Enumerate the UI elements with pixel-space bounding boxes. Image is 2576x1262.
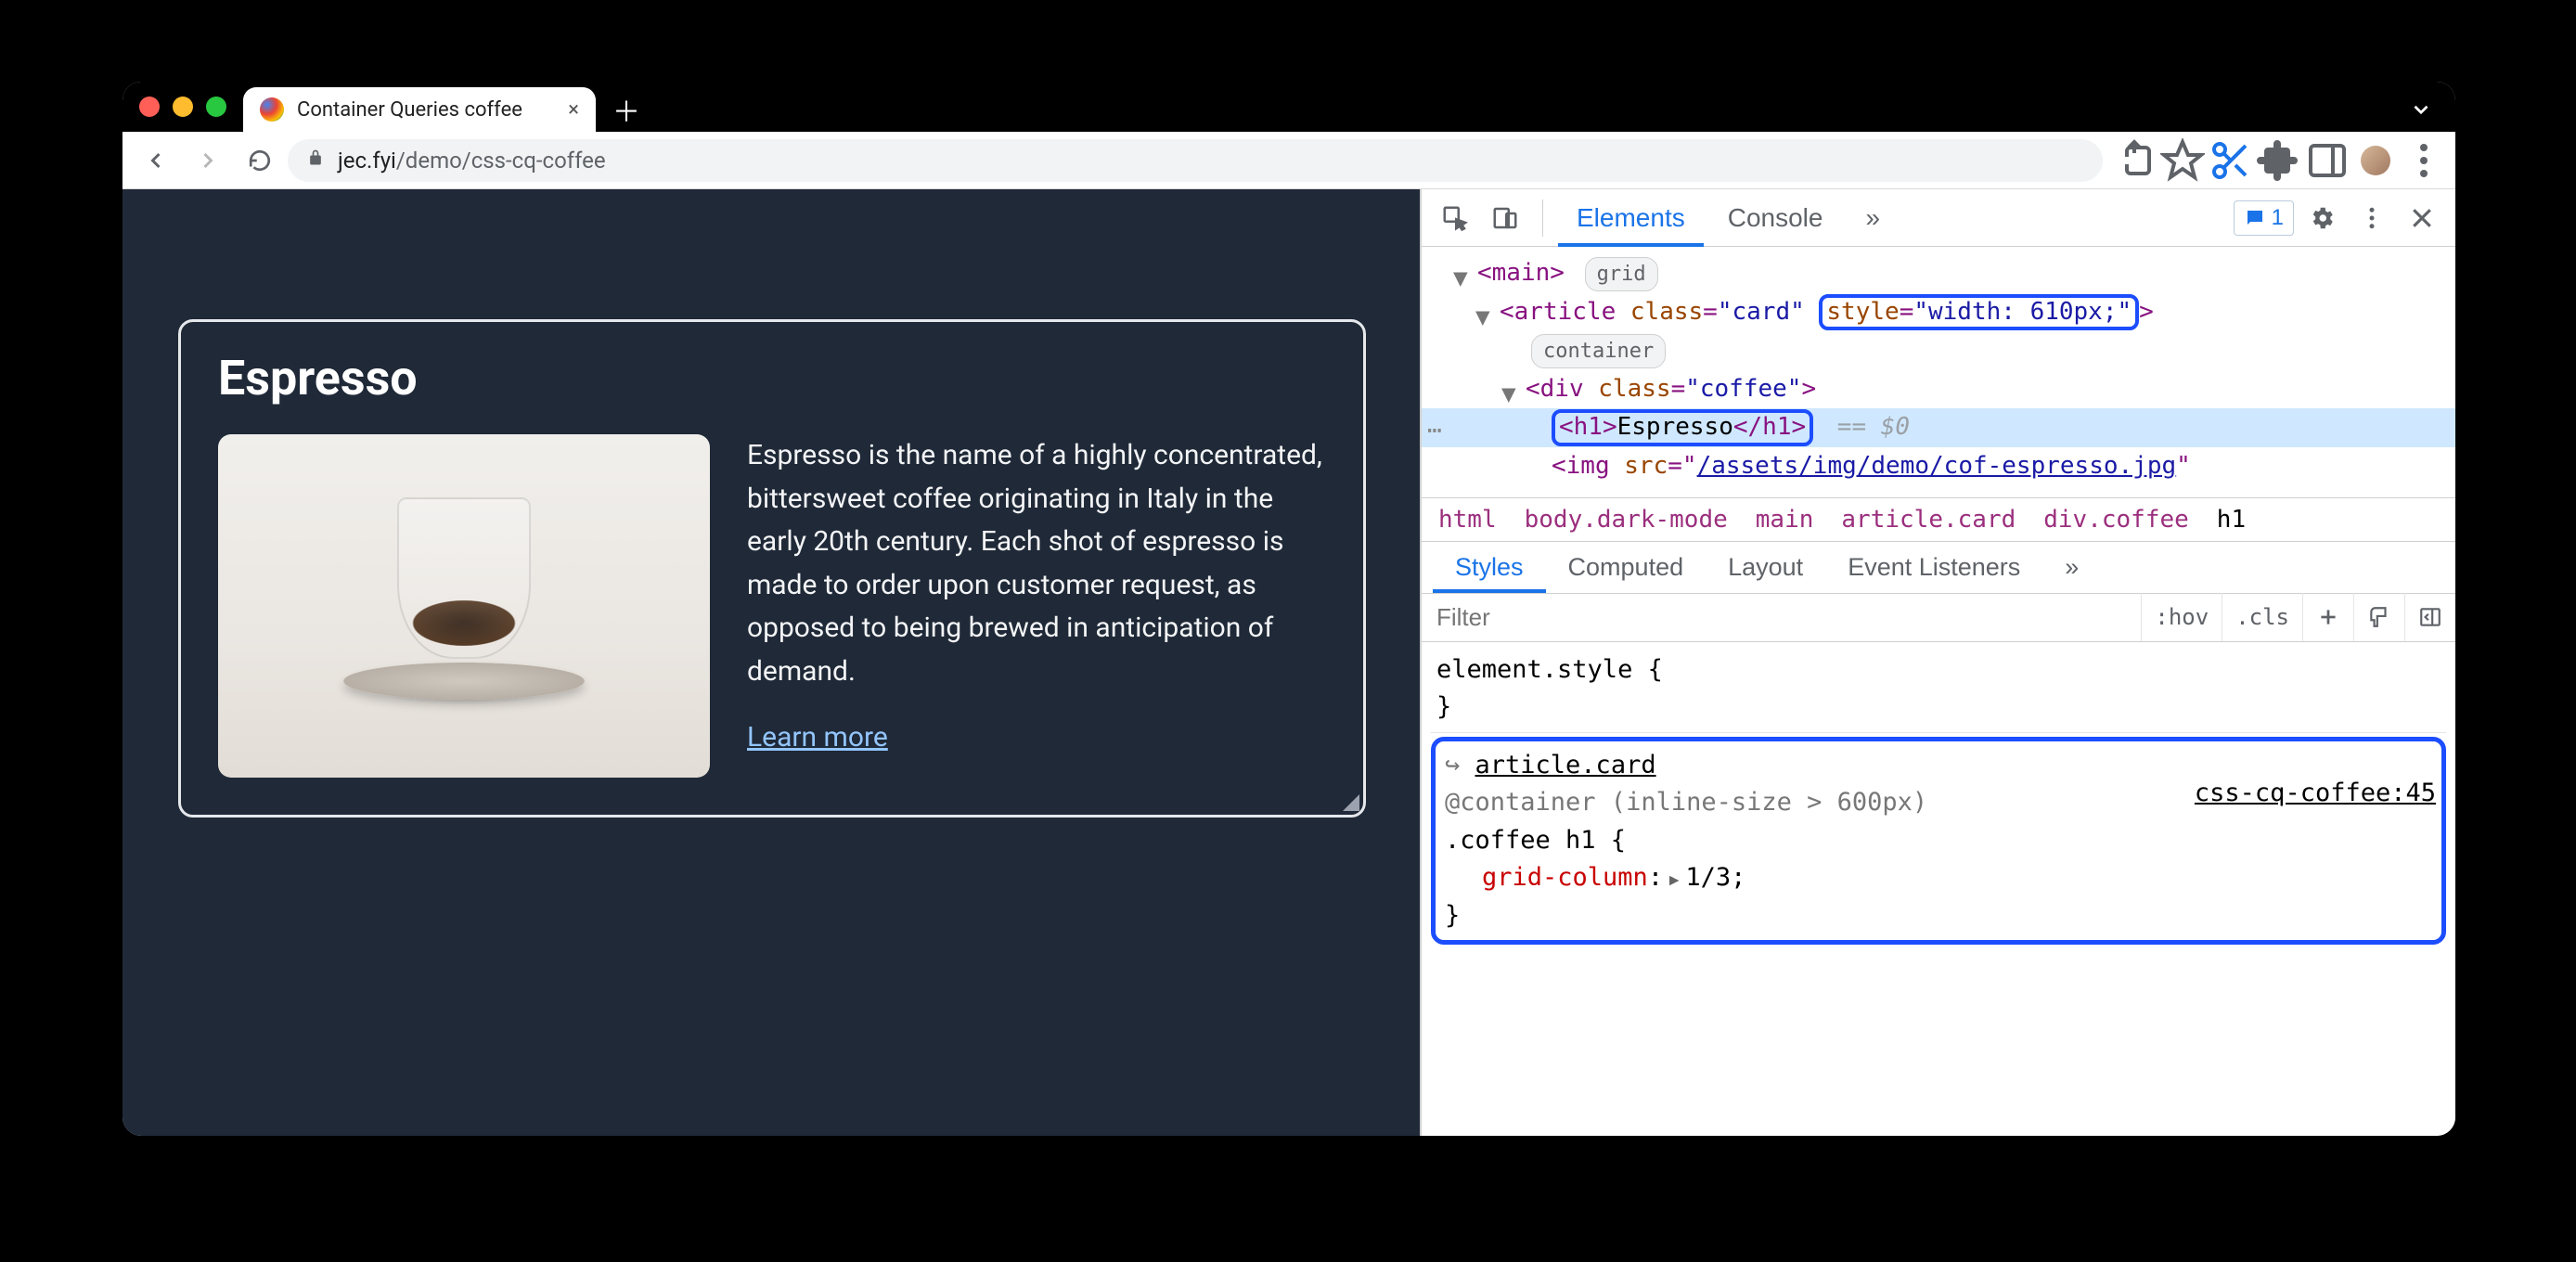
source-link[interactable]: css-cq-coffee:45 [2195,775,2436,813]
selected-node-marker: == $0 [1837,413,1910,441]
dom-tree[interactable]: ▼ <main> grid ▼ <article class="card" st… [1422,247,2455,497]
crumb-article[interactable]: article.card [1841,506,2016,534]
card-text: Espresso is the name of a highly concent… [747,434,1326,753]
toolbar-separator [1542,200,1543,237]
crumb-h1[interactable]: h1 [2217,506,2246,534]
scissors-icon[interactable] [2209,138,2253,183]
bookmark-button[interactable] [2160,138,2205,183]
tab-strip: Container Queries coffee × ＋ [122,82,2455,132]
crumb-body[interactable]: body.dark-mode [1525,506,1728,534]
dom-badge-row: container [1422,331,2455,370]
tab-more[interactable]: » [1847,189,1899,247]
learn-more-link[interactable]: Learn more [747,721,1326,753]
dom-node-img[interactable]: <img src="/assets/img/demo/cof-espresso.… [1422,447,2455,486]
issues-count: 1 [2272,205,2284,231]
forward-button[interactable] [184,136,232,185]
back-button[interactable] [132,136,180,185]
subtab-more[interactable]: » [2042,541,2101,593]
subtab-event-listeners[interactable]: Event Listeners [1825,541,2042,593]
crumb-div[interactable]: div.coffee [2043,506,2189,534]
rule-container-query[interactable]: ↪ article.card @container (inline-size >… [1431,737,2446,946]
tabstrip-menu-button[interactable] [2387,87,2455,132]
url-text: jec.fyi/demo/css-cq-coffee [338,148,606,174]
container-badge[interactable]: container [1531,334,1666,368]
address-bar: jec.fyi/demo/css-cq-coffee [122,132,2455,189]
subtab-layout[interactable]: Layout [1706,541,1825,593]
dom-node-div[interactable]: ▼ <div class="coffee"> [1422,370,2455,409]
content-row: Espresso Espresso is the name of a highl… [122,189,2455,1136]
new-tab-button[interactable]: ＋ [596,87,657,132]
devtools-menu-button[interactable] [2350,196,2394,240]
coffee-card: Espresso Espresso is the name of a highl… [178,319,1366,818]
paint-flash-button[interactable] [2353,593,2404,641]
container-link[interactable]: article.card [1475,751,1656,779]
tab-console[interactable]: Console [1709,189,1842,247]
dom-node-h1[interactable]: ⋯ <h1>Espresso</h1> == $0 [1422,408,2455,447]
coffee-image [218,434,710,778]
crumb-html[interactable]: html [1438,506,1497,534]
grid-badge[interactable]: grid [1585,257,1658,291]
inspect-button[interactable] [1433,196,1477,240]
share-button[interactable] [2112,138,2157,183]
tab-title: Container Queries coffee [297,98,555,122]
dom-node-article[interactable]: ▼ <article class="card" style="width: 61… [1422,293,2455,332]
close-tab-button[interactable]: × [568,98,579,122]
issues-badge[interactable]: 1 [2234,200,2294,236]
browser-tab[interactable]: Container Queries coffee × [243,87,596,132]
chrome-window: Container Queries coffee × ＋ jec.fyi/dem… [122,82,2455,1136]
close-devtools-button[interactable] [2400,196,2444,240]
url-path: /demo/css-cq-coffee [396,148,606,174]
favicon-icon [260,97,284,122]
styles-panel[interactable]: element.style { } ↪ article.card @contai… [1422,642,2455,1136]
sidepanel-button[interactable] [2305,138,2350,183]
url-domain: jec.fyi [338,148,396,174]
card-body: Espresso is the name of a highly concent… [218,434,1326,778]
styles-filter-row: :hov .cls [1422,594,2455,642]
subtab-computed[interactable]: Computed [1546,541,1707,593]
window-controls [122,82,243,132]
crumb-main[interactable]: main [1756,506,1814,534]
subtab-styles[interactable]: Styles [1433,541,1546,593]
styles-tabs: Styles Computed Layout Event Listeners » [1422,542,2455,594]
settings-button[interactable] [2299,196,2344,240]
omnibox[interactable]: jec.fyi/demo/css-cq-coffee [288,139,2103,182]
close-window-button[interactable] [139,97,160,117]
reload-button[interactable] [236,136,284,185]
extensions-button[interactable] [2257,138,2301,183]
lock-icon [306,148,325,172]
rule-element-style[interactable]: element.style { } [1431,648,2446,733]
card-description: Espresso is the name of a highly concent… [747,434,1326,693]
chrome-menu-button[interactable] [2402,138,2446,183]
cls-toggle[interactable]: .cls [2222,593,2302,641]
devtools-pane: Elements Console » 1 [1420,189,2455,1136]
computed-sidebar-button[interactable] [2404,593,2455,641]
new-style-rule-button[interactable] [2302,593,2353,641]
card-title: Espresso [218,350,1326,406]
profile-avatar[interactable] [2353,138,2398,183]
dom-breadcrumb[interactable]: html body.dark-mode main article.card di… [1422,497,2455,542]
dom-node-main[interactable]: ▼ <main> grid [1422,254,2455,293]
addressbar-actions [2106,138,2446,183]
page-viewport: Espresso Espresso is the name of a highl… [122,189,1420,1136]
maximize-window-button[interactable] [206,97,226,117]
tab-elements[interactable]: Elements [1558,189,1704,247]
resize-handle-icon[interactable] [1343,794,1359,811]
styles-filter-input[interactable] [1422,603,2141,632]
dom-actions-icon[interactable]: ⋯ [1427,412,1442,451]
minimize-window-button[interactable] [173,97,193,117]
devtools-toolbar: Elements Console » 1 [1422,189,2455,247]
device-toggle-button[interactable] [1483,196,1527,240]
hov-toggle[interactable]: :hov [2141,593,2222,641]
